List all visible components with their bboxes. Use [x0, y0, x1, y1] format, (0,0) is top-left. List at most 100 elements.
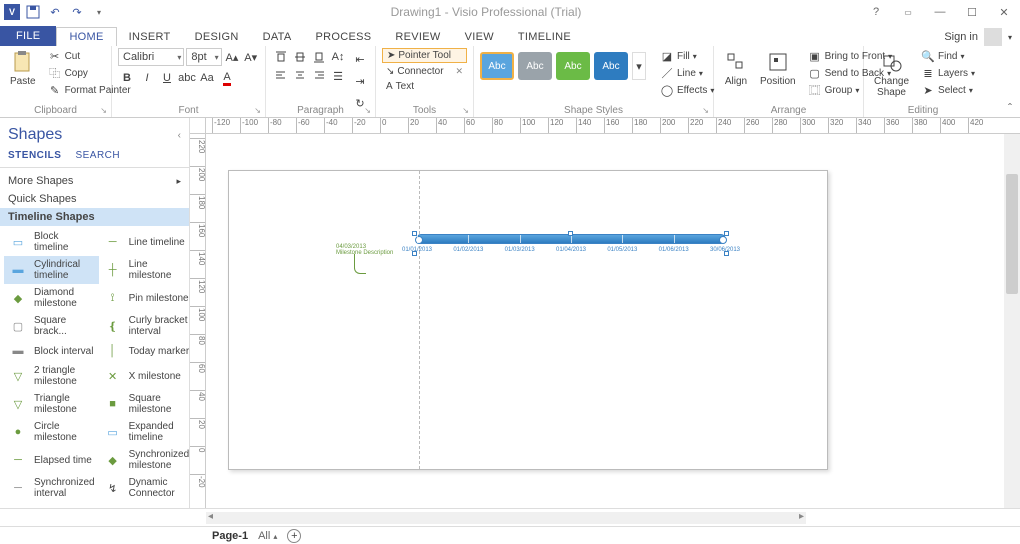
shape-item[interactable]: ▬Cylindrical timeline [4, 256, 99, 284]
tools-dialog-icon[interactable]: ↘ [462, 106, 469, 115]
shape-item[interactable]: ●Circle milestone [4, 418, 99, 446]
scroll-thumb[interactable] [1006, 174, 1018, 294]
position-button[interactable]: Position [756, 48, 800, 89]
align-bottom-icon[interactable] [310, 48, 328, 66]
shapes-collapse-icon[interactable]: ‹ [178, 130, 181, 141]
undo-icon[interactable]: ↶ [46, 3, 64, 21]
connector-tool-button[interactable]: ↘Connector✕ [382, 65, 467, 78]
tab-view[interactable]: VIEW [453, 28, 506, 46]
shape-styles-dialog-icon[interactable]: ↘ [702, 106, 709, 115]
selection-handle[interactable] [412, 251, 417, 256]
selection-handle[interactable] [724, 231, 729, 236]
tab-insert[interactable]: INSERT [117, 28, 183, 46]
timeline-shapes-stencil[interactable]: Timeline Shapes [0, 208, 189, 226]
align-top-icon[interactable] [272, 48, 290, 66]
drawing-page[interactable] [228, 170, 828, 470]
tab-data[interactable]: DATA [251, 28, 304, 46]
paste-button[interactable]: Paste [6, 48, 40, 89]
drawing-canvas[interactable]: 04/03/2013 Milestone Description 01/01/2… [206, 134, 1020, 508]
shape-item[interactable]: ▭Expanded timeline [99, 418, 189, 446]
text-tool-button[interactable]: AText [382, 80, 467, 93]
shape-item[interactable]: ─Elapsed time [4, 446, 99, 474]
avatar-icon[interactable] [984, 28, 1002, 46]
align-middle-icon[interactable] [291, 48, 309, 66]
shape-item[interactable]: ▽Triangle milestone [4, 390, 99, 418]
redo-icon[interactable]: ↷ [68, 3, 86, 21]
underline-icon[interactable]: U [158, 69, 176, 87]
restore-icon[interactable]: ☐ [960, 2, 984, 22]
page-tab-1[interactable]: Page-1 [212, 530, 248, 542]
bold-icon[interactable]: B [118, 69, 136, 87]
selection-handle[interactable] [412, 231, 417, 236]
fill-button[interactable]: ◪Fill▾ [656, 48, 718, 64]
tab-file[interactable]: FILE [0, 26, 56, 46]
effects-button[interactable]: ◯Effects▾ [656, 82, 718, 98]
shape-item[interactable]: ✕X milestone [99, 362, 189, 390]
shrink-font-icon[interactable]: A▾ [242, 48, 259, 66]
align-left-icon[interactable] [272, 67, 290, 85]
align-right-icon[interactable] [310, 67, 328, 85]
pointer-tool-button[interactable]: ➤Pointer Tool [382, 48, 467, 63]
select-button[interactable]: ➤Select▾ [917, 82, 979, 98]
shape-item[interactable]: ▬Block interval [4, 340, 99, 362]
shape-item[interactable]: ■Square milestone [99, 390, 189, 418]
shape-item[interactable]: ─Synchronized interval [4, 474, 99, 502]
close-icon[interactable]: ✕ [992, 2, 1016, 22]
stencils-tab[interactable]: STENCILS [8, 150, 61, 161]
style-swatch-2[interactable]: Abc [518, 52, 552, 80]
align-center-icon[interactable] [291, 67, 309, 85]
tab-home[interactable]: HOME [56, 27, 116, 46]
shape-item[interactable]: ─Line timeline [99, 228, 189, 256]
tab-process[interactable]: PROCESS [303, 28, 383, 46]
paragraph-dialog-icon[interactable]: ↘ [364, 106, 371, 115]
case-icon[interactable]: Aa [198, 69, 216, 87]
grow-font-icon[interactable]: A▴ [224, 48, 241, 66]
shape-item[interactable]: ◆Synchronized milestone [99, 446, 189, 474]
horizontal-scrollbar[interactable] [206, 512, 806, 524]
style-swatch-3[interactable]: Abc [556, 52, 590, 80]
help-icon[interactable]: ? [864, 2, 888, 22]
change-shape-button[interactable]: Change Shape [870, 48, 913, 100]
italic-icon[interactable]: I [138, 69, 156, 87]
shape-item[interactable]: ▢Square brack... [4, 312, 99, 340]
signin-link[interactable]: Sign in [944, 31, 978, 43]
shape-item[interactable]: ↯Dynamic Connector [99, 474, 189, 502]
selection-handle[interactable] [724, 251, 729, 256]
shape-item[interactable]: ┼Line milestone [99, 256, 189, 284]
align-button[interactable]: Align [720, 48, 752, 89]
style-gallery-more-icon[interactable]: ▾ [632, 52, 646, 80]
font-size-combo[interactable]: 8pt [186, 48, 221, 66]
tab-timeline[interactable]: TIMELINE [506, 28, 583, 46]
strike-icon[interactable]: abc [178, 69, 196, 87]
all-pages-button[interactable]: All ▴ [258, 530, 277, 542]
quick-shapes-link[interactable]: Quick Shapes [0, 190, 189, 208]
minimize-icon[interactable]: — [928, 2, 952, 22]
add-page-button[interactable]: + [287, 529, 301, 543]
shape-item[interactable]: ❴Curly bracket interval [99, 312, 189, 340]
layers-button[interactable]: ≣Layers▾ [917, 65, 979, 81]
search-tab[interactable]: SEARCH [75, 150, 120, 161]
orientation-icon[interactable]: A↕ [329, 48, 347, 66]
save-icon[interactable] [24, 3, 42, 21]
shape-item[interactable]: │Today marker [99, 340, 189, 362]
qat-more-icon[interactable]: ▾ [90, 3, 108, 21]
clipboard-dialog-icon[interactable]: ↘ [100, 106, 107, 115]
account-menu-icon[interactable]: ▾ [1008, 33, 1012, 42]
shape-item[interactable]: ▭Block timeline [4, 228, 99, 256]
line-button[interactable]: ／Line▾ [656, 65, 718, 81]
shape-item[interactable]: ◆Diamond milestone [4, 284, 99, 312]
font-name-combo[interactable]: Calibri [118, 48, 184, 66]
collapse-ribbon-icon[interactable]: ˆ [1008, 101, 1012, 115]
indent-dec-icon[interactable]: ⇤ [351, 50, 369, 68]
bullets-icon[interactable]: ☰ [329, 67, 347, 85]
tab-review[interactable]: REVIEW [383, 28, 452, 46]
shape-item[interactable]: ⟟Pin milestone [99, 284, 189, 312]
style-swatch-1[interactable]: Abc [480, 52, 514, 80]
vertical-scrollbar[interactable] [1004, 134, 1020, 508]
shape-item[interactable]: ▽2 triangle milestone [4, 362, 99, 390]
font-color-icon[interactable]: A [218, 69, 236, 87]
selection-handle[interactable] [568, 231, 573, 236]
more-shapes-link[interactable]: More Shapes▸ [0, 172, 189, 190]
font-dialog-icon[interactable]: ↘ [254, 106, 261, 115]
find-button[interactable]: 🔍Find▾ [917, 48, 979, 64]
